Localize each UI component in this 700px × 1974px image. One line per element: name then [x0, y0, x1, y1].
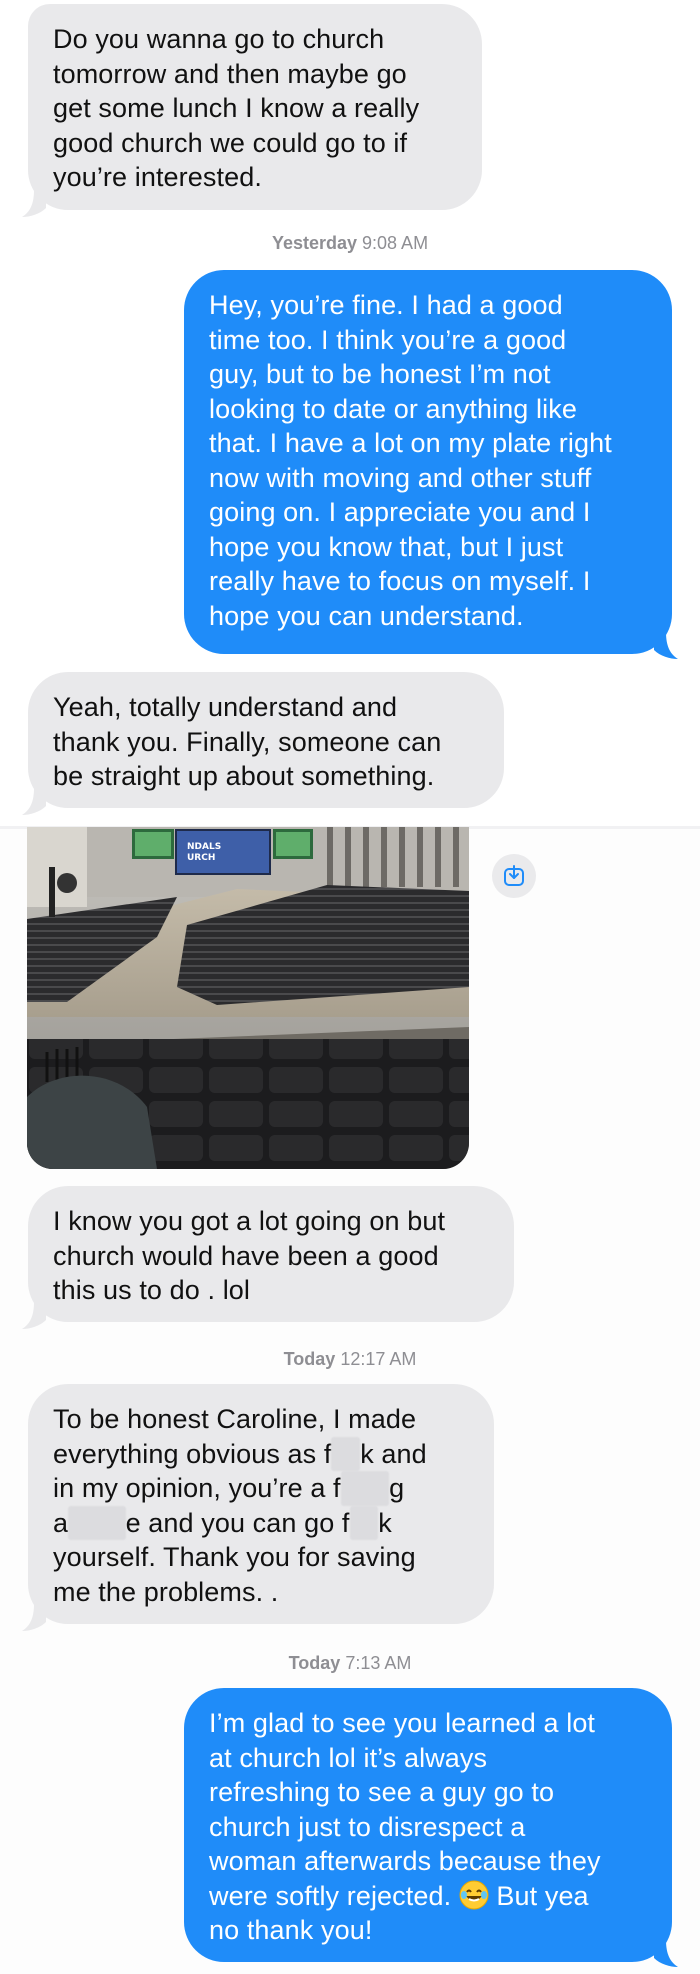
incoming-message[interactable]: Yeah, totally understand and thank you. … [28, 672, 504, 808]
bubble-tail [22, 788, 46, 816]
censored-text: ucki [340, 1471, 390, 1506]
message-line: To be honest Caroline, I made [53, 1404, 417, 1434]
message-line: me the problems. . [53, 1576, 279, 1607]
incoming-message[interactable]: Do you wanna go to church tomorrow and t… [28, 4, 482, 210]
timestamp: Today 12:17 AM [283, 1349, 417, 1369]
svg-text:URCH: URCH [187, 853, 215, 863]
bubble-tail [654, 632, 678, 660]
bubble-tail [22, 1604, 46, 1632]
message-line: in my opinion, you’re a fuckig [53, 1471, 468, 1506]
censored-text: uc [349, 1505, 379, 1540]
svg-text:NDALS: NDALS [187, 842, 221, 852]
message-line: yourself. Thank you for saving [53, 1542, 416, 1572]
message-line: everything obvious as fuck and [53, 1436, 468, 1471]
timestamp: Yesterday 9:08 AM [271, 233, 429, 253]
message-text: But yea [488, 1880, 589, 1911]
message-text: no thank you! [209, 1915, 373, 1945]
bubble-tail [22, 1302, 46, 1330]
save-to-photos-icon [504, 865, 524, 886]
censored-text: ssho [68, 1505, 126, 1540]
laughing-tears-emoji-icon [459, 1880, 489, 1910]
incoming-message[interactable]: To be honest Caroline, I made everything… [28, 1384, 494, 1624]
message-line: asshoe and you can go fuck [53, 1505, 468, 1540]
bubble-tail [654, 1940, 678, 1968]
incoming-message[interactable]: I know you got a lot going on but church… [28, 1186, 514, 1322]
outgoing-message[interactable]: I’m glad to see you learned a lot at chu… [184, 1688, 672, 1962]
save-image-button[interactable] [492, 854, 536, 898]
censored-text: uc [331, 1436, 361, 1471]
timestamp: Today 7:13 AM [288, 1653, 412, 1673]
church-photo-attachment[interactable]: NDALS URCH [27, 827, 469, 1169]
bubble-tail [22, 190, 46, 218]
church-auditorium-image: NDALS URCH [27, 827, 469, 1169]
outgoing-message[interactable]: Hey, you’re fine. I had a good time too.… [184, 270, 672, 654]
